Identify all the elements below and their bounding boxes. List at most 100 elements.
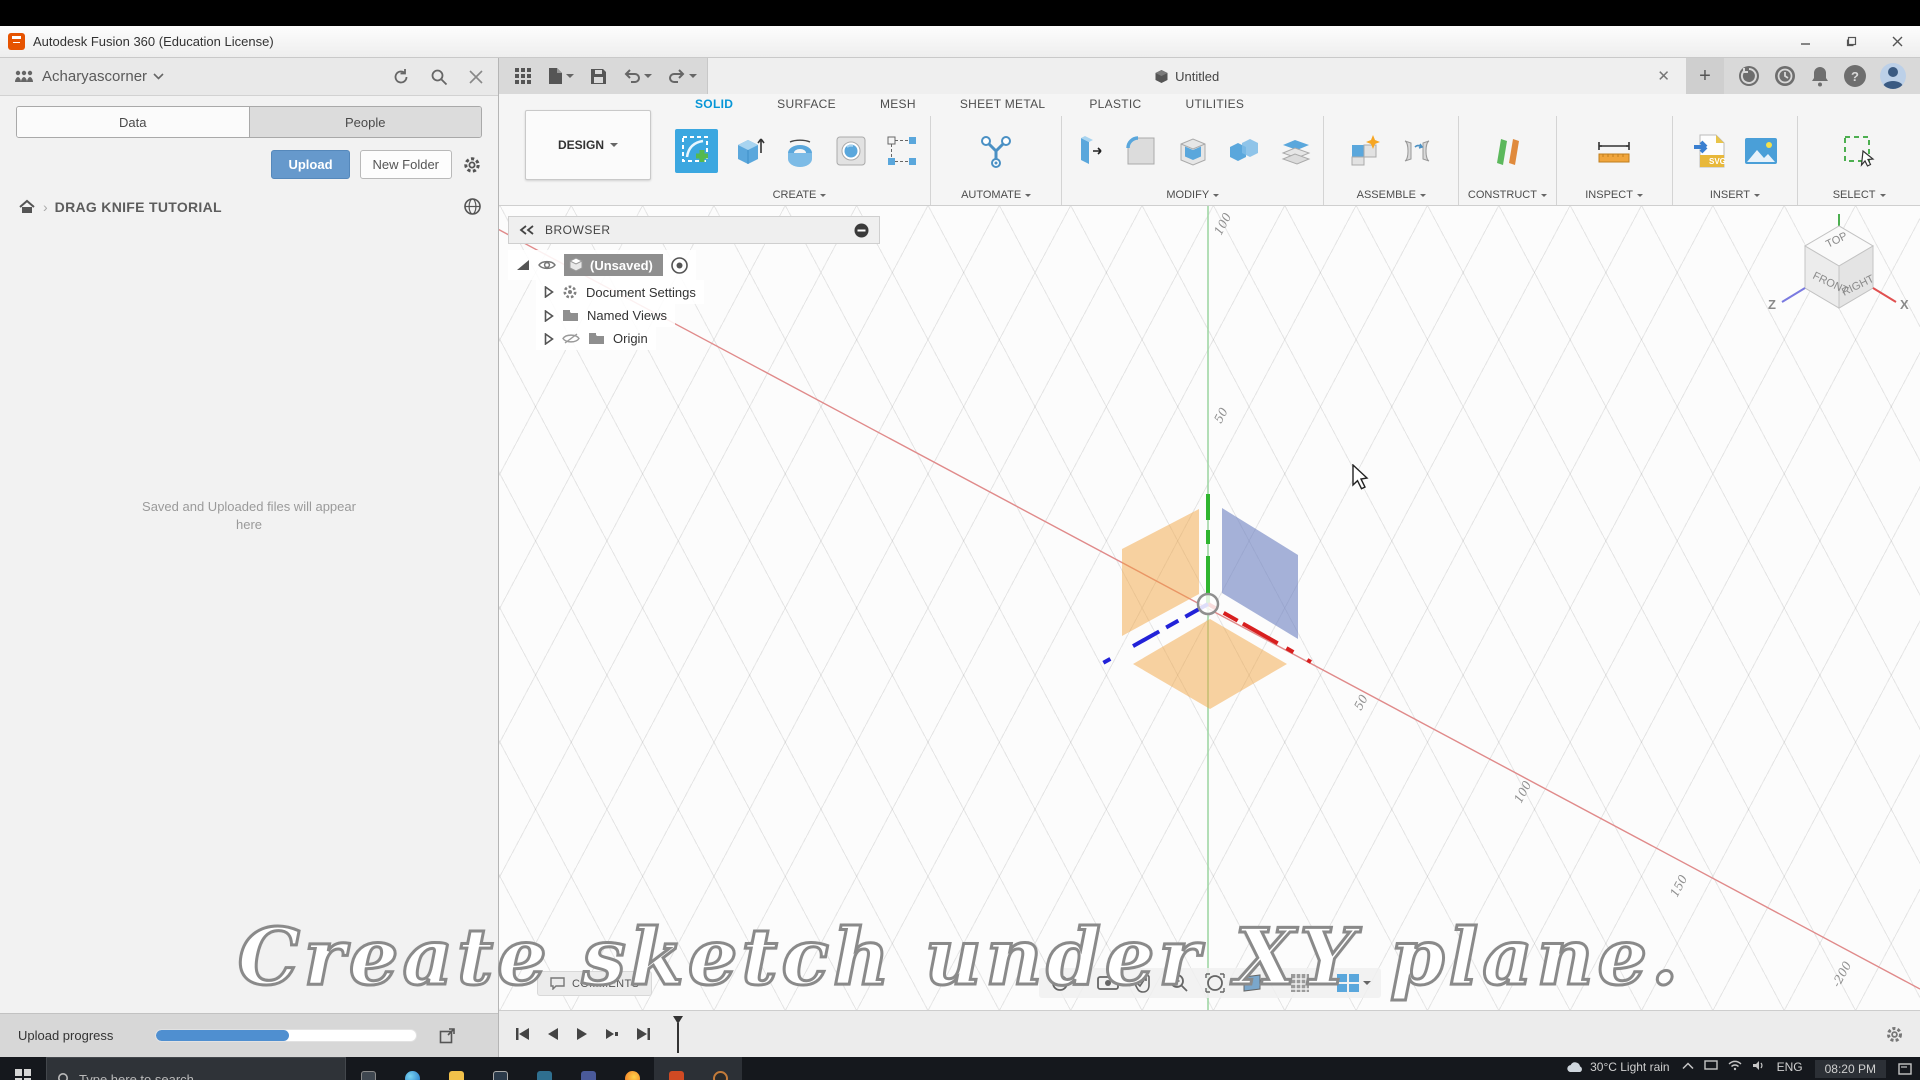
- hole-icon[interactable]: [829, 129, 872, 173]
- collapse-panel-icon[interactable]: [519, 225, 535, 235]
- edge-browser-icon[interactable]: [390, 1057, 434, 1080]
- viewport-canvas[interactable]: 100 50 50 100 150 -200 BROWSER (Unsaved)…: [499, 206, 1920, 1010]
- pattern-icon[interactable]: [881, 129, 924, 173]
- browser-row-document-settings[interactable]: Document Settings: [536, 280, 704, 304]
- new-component-icon[interactable]: [1343, 129, 1387, 173]
- new-folder-button[interactable]: New Folder: [359, 150, 452, 179]
- help-icon[interactable]: ?: [1844, 65, 1866, 87]
- search-icon[interactable]: [430, 68, 448, 86]
- photos-app-icon[interactable]: [566, 1057, 610, 1080]
- home-icon[interactable]: [18, 199, 36, 215]
- automate-icon[interactable]: [974, 129, 1018, 173]
- ms-store-icon[interactable]: [478, 1057, 522, 1080]
- monitor-tray-icon[interactable]: [1703, 1060, 1718, 1071]
- app-grid-icon[interactable]: [515, 67, 532, 85]
- browser-row-root[interactable]: (Unsaved): [508, 250, 696, 280]
- chevron-down-icon[interactable]: [153, 73, 164, 80]
- tab-mesh[interactable]: MESH: [880, 97, 916, 111]
- extrude-icon[interactable]: [726, 129, 769, 173]
- taskbar-search[interactable]: Type here to search: [46, 1057, 346, 1080]
- start-button[interactable]: [0, 1057, 46, 1080]
- file-explorer-icon[interactable]: [434, 1057, 478, 1080]
- tab-solid[interactable]: SOLID: [695, 97, 733, 111]
- close-tab-icon[interactable]: ✕: [1653, 67, 1674, 85]
- account-name[interactable]: Acharyascorner: [42, 68, 147, 85]
- visibility-eye-icon[interactable]: [538, 259, 556, 271]
- tab-utilities[interactable]: UTILITIES: [1186, 97, 1245, 111]
- expand-arrow-icon[interactable]: [544, 332, 554, 345]
- timeline-position-marker[interactable]: [671, 1015, 685, 1053]
- browser-row-named-views[interactable]: Named Views: [536, 304, 675, 327]
- visibility-off-icon[interactable]: [562, 332, 580, 345]
- timeline-step-back-icon[interactable]: [546, 1026, 560, 1042]
- close-panel-icon[interactable]: [468, 69, 484, 85]
- combine-icon[interactable]: [1222, 129, 1265, 173]
- group-label-modify[interactable]: MODIFY: [1068, 185, 1317, 205]
- create-sketch-icon[interactable]: [674, 128, 719, 173]
- globe-icon[interactable]: [463, 197, 482, 216]
- notifications-bell-icon[interactable]: [1810, 65, 1830, 87]
- expand-arrow-icon[interactable]: [544, 286, 554, 298]
- new-tab-button[interactable]: +: [1686, 58, 1724, 94]
- file-menu-button[interactable]: [548, 67, 574, 85]
- press-pull-icon[interactable]: [1068, 129, 1111, 173]
- group-label-automate[interactable]: AUTOMATE: [937, 185, 1055, 205]
- activate-radio-icon[interactable]: [671, 256, 688, 274]
- timeline-skip-start-icon[interactable]: [515, 1026, 531, 1042]
- upload-button[interactable]: Upload: [271, 150, 350, 179]
- refresh-icon[interactable]: [392, 68, 410, 86]
- settings-gear-icon[interactable]: [462, 155, 482, 175]
- redo-button[interactable]: [668, 69, 697, 83]
- save-icon[interactable]: [590, 68, 607, 85]
- group-label-select[interactable]: SELECT: [1804, 185, 1914, 205]
- shell-icon[interactable]: [1171, 129, 1214, 173]
- fusion-taskbar-icon[interactable]: [698, 1057, 742, 1080]
- minimize-button[interactable]: [1782, 26, 1828, 57]
- remove-filter-icon[interactable]: [854, 223, 869, 238]
- tab-people[interactable]: People: [249, 107, 481, 137]
- group-label-create[interactable]: CREATE: [675, 185, 924, 205]
- undo-button[interactable]: [623, 69, 652, 83]
- group-label-inspect[interactable]: INSPECT: [1563, 185, 1666, 205]
- breadcrumb-folder[interactable]: DRAG KNIFE TUTORIAL: [55, 199, 222, 215]
- browser-header[interactable]: BROWSER: [508, 216, 880, 244]
- network-icon[interactable]: [1728, 1060, 1742, 1071]
- taskbar-weather[interactable]: 30°C Light rain: [1566, 1060, 1670, 1074]
- origin-point[interactable]: [1196, 592, 1220, 616]
- group-label-assemble[interactable]: ASSEMBLE: [1330, 185, 1452, 205]
- app-icon-dark[interactable]: [522, 1057, 566, 1080]
- timeline-settings-gear-icon[interactable]: [1885, 1025, 1904, 1044]
- job-status-clock-icon[interactable]: [1774, 65, 1796, 87]
- measure-icon[interactable]: [1592, 129, 1636, 173]
- taskbar-clock[interactable]: 08:20 PM: [1814, 1060, 1886, 1078]
- group-label-construct[interactable]: CONSTRUCT: [1465, 185, 1549, 205]
- task-view-icon[interactable]: [346, 1057, 390, 1080]
- construct-plane-icon[interactable]: [1485, 129, 1529, 173]
- tab-surface[interactable]: SURFACE: [777, 97, 836, 111]
- action-center-icon[interactable]: [1898, 1063, 1912, 1075]
- firefox-icon[interactable]: [610, 1057, 654, 1080]
- extensions-icon[interactable]: [1738, 65, 1760, 87]
- expand-arrow-icon[interactable]: [544, 309, 554, 322]
- joint-icon[interactable]: [1395, 129, 1439, 173]
- document-tab[interactable]: Untitled ✕: [707, 58, 1686, 94]
- browser-row-origin[interactable]: Origin: [536, 327, 656, 350]
- close-window-button[interactable]: [1874, 26, 1920, 57]
- insert-svg-icon[interactable]: SVG: [1687, 129, 1731, 173]
- tab-plastic[interactable]: PLASTIC: [1089, 97, 1141, 111]
- user-avatar[interactable]: [1880, 63, 1906, 89]
- workspace-switcher[interactable]: DESIGN: [525, 110, 651, 180]
- system-tray[interactable]: [1682, 1060, 1765, 1071]
- select-icon[interactable]: [1837, 129, 1881, 173]
- language-indicator[interactable]: ENG: [1777, 1060, 1803, 1074]
- split-body-icon[interactable]: [1274, 129, 1317, 173]
- group-label-insert[interactable]: INSERT: [1679, 185, 1792, 205]
- chevron-up-icon[interactable]: [1682, 1061, 1694, 1070]
- timeline-skip-end-icon[interactable]: [635, 1026, 651, 1042]
- timeline-play-icon[interactable]: [575, 1026, 589, 1042]
- revolve-icon[interactable]: [778, 129, 821, 173]
- timeline-step-forward-icon[interactable]: [604, 1026, 620, 1042]
- root-component[interactable]: (Unsaved): [564, 254, 663, 276]
- volume-icon[interactable]: [1752, 1060, 1765, 1071]
- maximize-button[interactable]: [1828, 26, 1874, 57]
